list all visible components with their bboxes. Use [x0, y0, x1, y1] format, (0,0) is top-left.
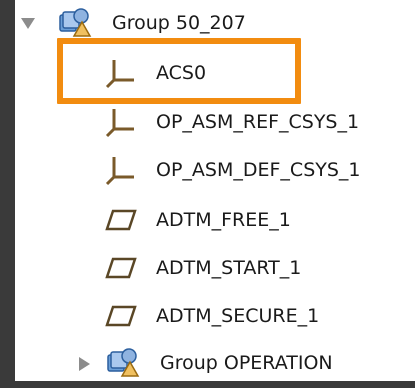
csys-icon — [103, 104, 139, 140]
tree-row-adtm-free-1[interactable]: ADTM_FREE_1 — [15, 196, 415, 244]
tree-row-label: ADTM_SECURE_1 — [156, 305, 320, 327]
tree-row-label: ACS0 — [156, 62, 207, 84]
left-frame-strip — [0, 0, 15, 381]
expand-right-icon[interactable] — [77, 356, 93, 372]
csys-icon — [103, 55, 139, 91]
tree-row-op-asm-def-csys-1[interactable]: OP_ASM_DEF_CSYS_1 — [15, 146, 415, 194]
csys-icon — [103, 152, 139, 188]
model-tree-panel: Group 50_207 ACS0 OP_ASM_REF_CSYS_1 OP_A… — [15, 0, 415, 381]
tree-row-adtm-start-1[interactable]: ADTM_START_1 — [15, 244, 415, 292]
tree-row-op-asm-ref-csys-1[interactable]: OP_ASM_REF_CSYS_1 — [15, 98, 415, 146]
tree-row-acs0[interactable]: ACS0 — [15, 49, 415, 97]
tree-row-label: Group OPERATION — [160, 352, 333, 374]
tree-row-adtm-secure-1[interactable]: ADTM_SECURE_1 — [15, 292, 415, 340]
tree-row-label: ADTM_FREE_1 — [156, 209, 291, 231]
tree-row-label: Group 50_207 — [112, 12, 246, 34]
expand-down-icon[interactable] — [20, 16, 36, 32]
datum-plane-icon — [103, 202, 139, 238]
tree-row-label: ADTM_START_1 — [156, 257, 302, 279]
tree-row-label: OP_ASM_REF_CSYS_1 — [156, 111, 360, 133]
group-assembly-icon — [105, 344, 141, 380]
group-assembly-icon — [57, 4, 93, 40]
datum-plane-icon — [103, 298, 139, 334]
tree-row-label: OP_ASM_DEF_CSYS_1 — [156, 159, 361, 181]
datum-plane-icon — [103, 250, 139, 286]
tree-row-group-50-207[interactable]: Group 50_207 — [15, 0, 415, 48]
